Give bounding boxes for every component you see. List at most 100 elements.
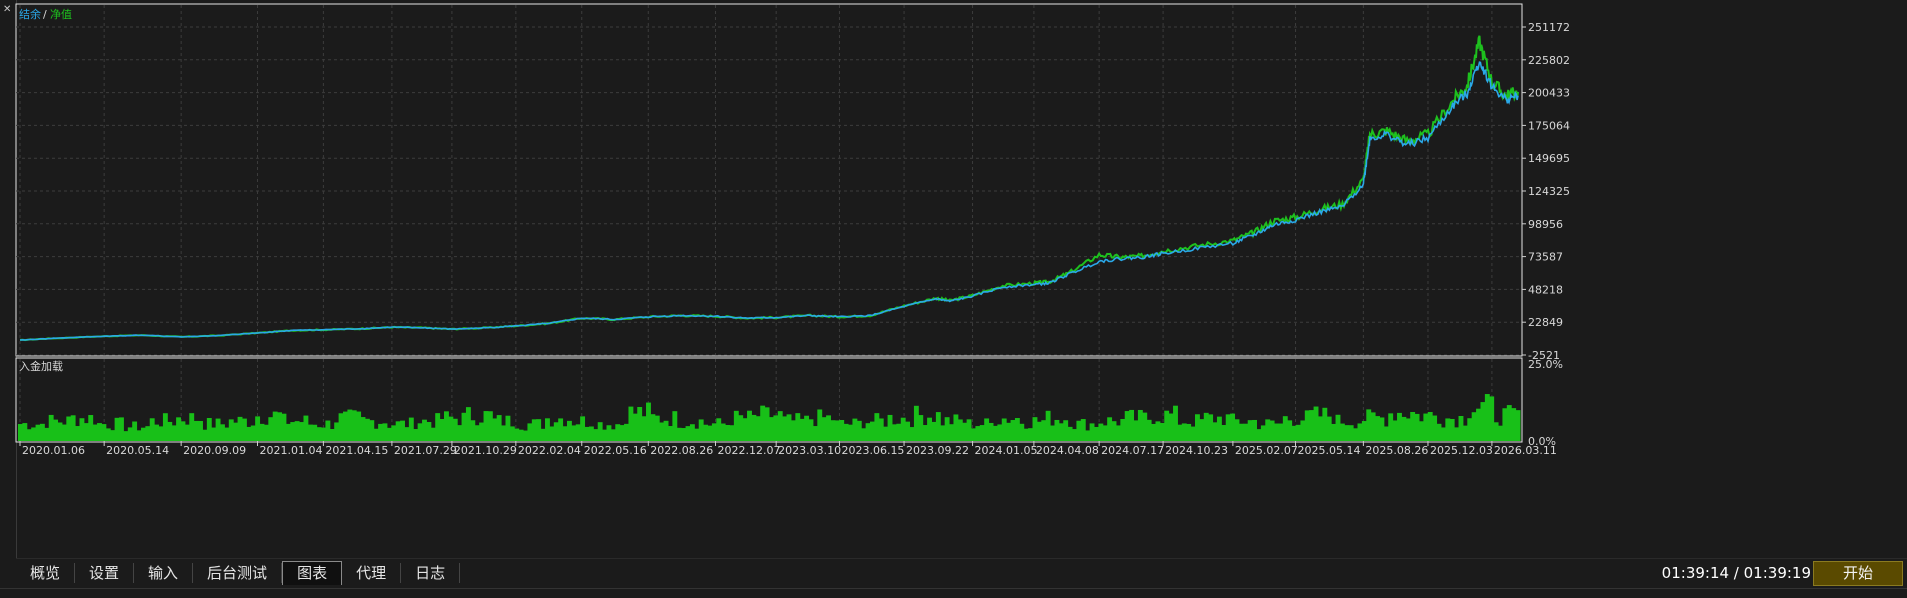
- tab-2[interactable]: 输入: [134, 563, 194, 583]
- load-bar: [659, 422, 665, 441]
- load-bar: [966, 419, 972, 441]
- y-tick-label: 225802: [1528, 54, 1570, 67]
- load-bar: [110, 430, 116, 441]
- load-bar: [351, 410, 357, 441]
- load-bar: [1177, 424, 1183, 441]
- load-bar: [531, 419, 537, 441]
- load-bar: [782, 416, 788, 441]
- load-bar: [1467, 418, 1473, 441]
- load-bar: [26, 429, 32, 441]
- load-bar: [1313, 406, 1319, 441]
- load-bar: [241, 418, 247, 441]
- load-bar: [703, 424, 709, 441]
- load-bar: [1076, 420, 1082, 441]
- load-bar: [92, 424, 98, 441]
- load-bar: [1085, 430, 1091, 441]
- load-bar: [1001, 418, 1007, 441]
- load-bar: [1080, 419, 1086, 441]
- load-bar: [220, 424, 225, 441]
- load-bar: [1216, 416, 1222, 441]
- load-bar: [198, 420, 203, 441]
- load-bar: [518, 429, 524, 441]
- load-bar: [667, 426, 673, 441]
- tab-4[interactable]: 图表: [282, 561, 343, 585]
- legend-balance: 结余: [19, 7, 41, 21]
- load-bar: [1366, 409, 1372, 441]
- load-bar: [646, 402, 651, 441]
- load-bar: [119, 417, 124, 441]
- load-bar: [1489, 396, 1495, 441]
- load-bar: [1414, 413, 1420, 441]
- load-bar: [733, 410, 739, 441]
- load-bar: [171, 425, 177, 441]
- load-bar: [1265, 419, 1271, 441]
- load-bar: [689, 424, 695, 441]
- load-bar: [237, 416, 243, 441]
- load-bar: [369, 420, 375, 441]
- load-bar: [909, 427, 915, 441]
- load-bar: [426, 422, 432, 441]
- load-bar: [246, 426, 252, 441]
- x-tick-label: 2024.04.08: [1036, 444, 1099, 457]
- load-bar: [448, 416, 454, 441]
- load-bar: [725, 424, 730, 441]
- load-bar: [852, 418, 858, 441]
- load-bar: [1458, 415, 1464, 441]
- load-bar: [720, 423, 726, 441]
- tab-0[interactable]: 概览: [16, 563, 76, 583]
- load-bar: [1282, 416, 1288, 441]
- load-bar: [373, 428, 379, 441]
- tab-5[interactable]: 代理: [342, 563, 402, 583]
- load-bar: [105, 428, 111, 441]
- load-bar: [891, 424, 897, 441]
- load-bar: [514, 428, 520, 441]
- load-bar: [540, 428, 546, 441]
- tab-3[interactable]: 后台测试: [193, 563, 283, 583]
- load-bar: [1054, 419, 1060, 441]
- load-bar: [66, 416, 72, 441]
- load-bar: [615, 424, 621, 441]
- x-tick-label: 2021.10.29: [454, 444, 517, 457]
- load-bar: [685, 426, 691, 441]
- load-bar: [935, 412, 941, 441]
- load-bar: [1462, 425, 1468, 441]
- load-bar: [848, 424, 853, 441]
- load-bar: [1418, 421, 1424, 441]
- x-axis: 2020.01.06 2020.05.14 2020.09.09 2021.01.04…: [19, 441, 1557, 457]
- load-bar: [1243, 423, 1249, 441]
- load-bar: [1006, 422, 1012, 441]
- load-bar: [1309, 410, 1315, 441]
- load-bar: [795, 413, 801, 441]
- tab-1[interactable]: 设置: [75, 563, 135, 583]
- x-tick-label: 2022.08.26: [650, 444, 713, 457]
- load-bar: [417, 423, 423, 441]
- load-bar: [444, 411, 449, 441]
- load-bar: [676, 427, 682, 441]
- load-bar: [53, 419, 59, 441]
- load-bar: [940, 425, 946, 441]
- load-bar: [549, 426, 555, 441]
- load-bar: [1375, 416, 1380, 441]
- load-bar: [1269, 420, 1275, 441]
- load-bar: [927, 417, 932, 441]
- load-bar: [856, 420, 862, 441]
- load-bar: [979, 425, 985, 441]
- load-bar: [812, 426, 818, 441]
- load-bar: [360, 417, 366, 441]
- load-bar: [1010, 420, 1016, 441]
- tab-bar: 概览 设置 输入 后台测试 图表 代理 日志 01:39:14 / 01:39:19 开始: [16, 558, 1907, 587]
- load-bar: [259, 423, 265, 441]
- load-bar: [808, 419, 814, 441]
- tab-6[interactable]: 日志: [401, 563, 461, 583]
- load-bar: [799, 418, 805, 441]
- load-bar: [1137, 409, 1143, 441]
- load-bar: [1322, 407, 1328, 441]
- load-bar: [290, 422, 296, 441]
- load-bar: [382, 423, 388, 441]
- load-bar: [641, 416, 647, 441]
- start-button[interactable]: 开始: [1813, 561, 1903, 586]
- x-tick-label: 2023.06.15: [841, 444, 904, 457]
- load-bar: [1353, 428, 1359, 441]
- y-tick-label: 251172: [1528, 21, 1570, 34]
- load-bar: [575, 424, 581, 441]
